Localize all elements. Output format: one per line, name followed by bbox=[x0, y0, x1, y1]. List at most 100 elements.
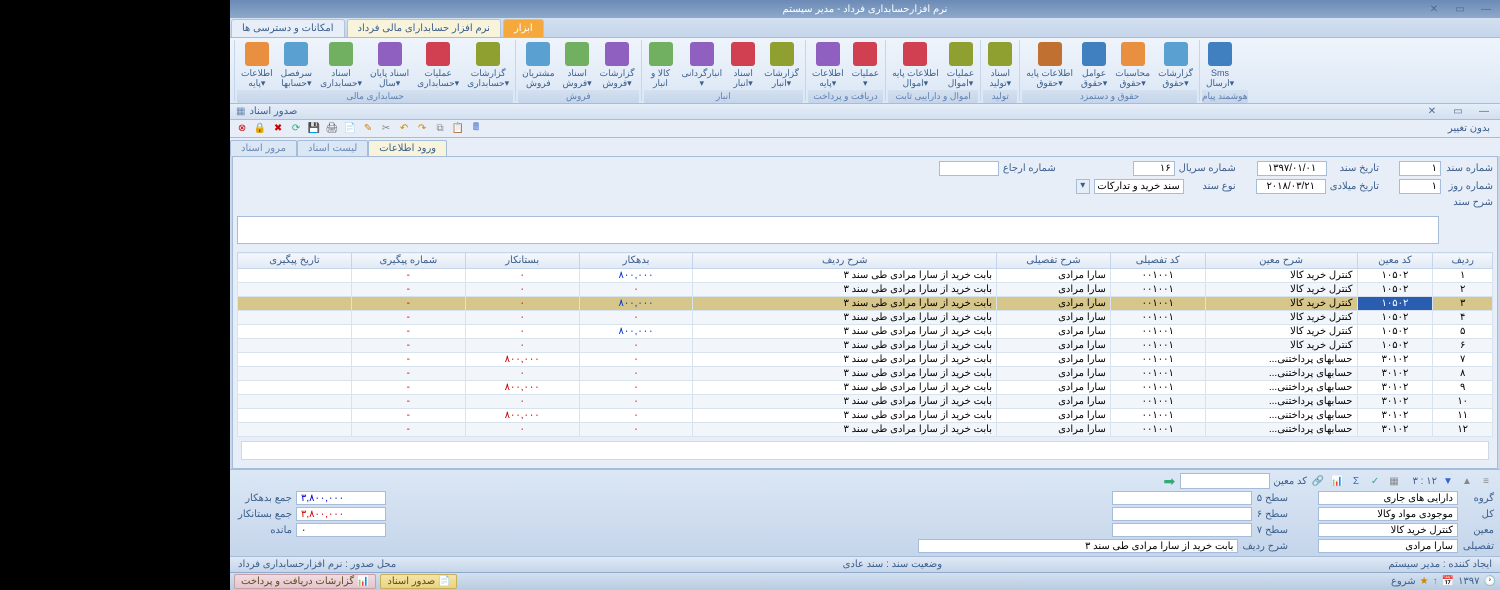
ribbon-g1-i1[interactable]: اطلاعات▾پایه bbox=[237, 40, 277, 90]
down-blue-icon[interactable]: ▼ bbox=[1440, 473, 1456, 489]
ribbon-g6-i1[interactable]: اسناد▾تولید bbox=[983, 40, 1017, 90]
cell-tdt[interactable] bbox=[238, 269, 352, 283]
doc-min-icon[interactable]: — bbox=[1474, 106, 1494, 118]
grid2-icon[interactable]: ▦ bbox=[1386, 473, 1402, 489]
cell-tc[interactable]: ۰۰۱۰۰۱ bbox=[1110, 409, 1205, 423]
col-trackNo[interactable]: شماره پیگیری bbox=[351, 253, 465, 269]
close-icon[interactable]: ✕ bbox=[1424, 3, 1444, 15]
tb-delete-icon[interactable]: ✖ bbox=[270, 122, 286, 136]
cell-tdt[interactable] bbox=[238, 311, 352, 325]
table-row[interactable]: ۷۳۰۱۰۲حسابهای پرداختنی...۰۰۱۰۰۱سارا مراد… bbox=[238, 353, 1493, 367]
cell-cr[interactable]: ۰ bbox=[465, 395, 579, 409]
cell-tn[interactable]: - bbox=[351, 269, 465, 283]
cell-mc[interactable]: ۱۰۵۰۲ bbox=[1357, 283, 1433, 297]
cell-cr[interactable]: ۰ bbox=[465, 325, 579, 339]
cell-rd[interactable]: بابت خرید از سارا مرادی طی سند ۳ bbox=[693, 409, 997, 423]
cell-tn[interactable]: - bbox=[351, 367, 465, 381]
cell-tc[interactable]: ۰۰۱۰۰۱ bbox=[1110, 381, 1205, 395]
cell-md[interactable]: کنترل خرید کالا bbox=[1205, 297, 1357, 311]
cell-td[interactable]: سارا مرادی bbox=[997, 269, 1111, 283]
cell-tdt[interactable] bbox=[238, 297, 352, 311]
tb-paste-icon[interactable]: 📋 bbox=[450, 122, 466, 136]
tb-print-icon[interactable]: 🖨 bbox=[324, 122, 340, 136]
ribbon-g2-i1[interactable]: مشتریانفروش bbox=[518, 40, 558, 90]
tb-lock-icon[interactable]: 🔒 bbox=[252, 122, 268, 136]
cell-db[interactable]: ۸۰۰,۰۰۰ bbox=[579, 269, 693, 283]
cell-md[interactable]: کنترل خرید کالا bbox=[1205, 311, 1357, 325]
clock-icon[interactable]: 🕐 bbox=[1484, 576, 1496, 587]
cell-r[interactable]: ۲ bbox=[1433, 283, 1493, 297]
cell-tdt[interactable] bbox=[238, 409, 352, 423]
col-row[interactable]: ردیف bbox=[1433, 253, 1493, 269]
ribbon-g3-i2[interactable]: انبارگردانی▾ bbox=[678, 40, 727, 90]
cell-db[interactable]: ۰ bbox=[579, 395, 693, 409]
cell-tc[interactable]: ۰۰۱۰۰۱ bbox=[1110, 367, 1205, 381]
tab-entry[interactable]: ورود اطلاعات bbox=[368, 140, 447, 156]
cell-mc[interactable]: ۱۰۵۰۲ bbox=[1357, 297, 1433, 311]
ribbon-g5-i1[interactable]: اطلاعات پایه▾اموال bbox=[888, 40, 943, 90]
cell-md[interactable]: کنترل خرید کالا bbox=[1205, 283, 1357, 297]
cell-r[interactable]: ۱۲ bbox=[1433, 423, 1493, 437]
task-docs[interactable]: 📄 صدور اسناد bbox=[380, 574, 457, 589]
cell-r[interactable]: ۹ bbox=[1433, 381, 1493, 395]
tab-list[interactable]: لیست اسناد bbox=[297, 140, 368, 156]
cell-db[interactable]: ۰ bbox=[579, 283, 693, 297]
ribbon-g3-i1[interactable]: کالا وانبار bbox=[644, 40, 678, 90]
cell-td[interactable]: سارا مرادی bbox=[997, 339, 1111, 353]
cell-r[interactable]: ۱ bbox=[1433, 269, 1493, 283]
cell-md[interactable]: حسابهای پرداختنی... bbox=[1205, 395, 1357, 409]
cell-db[interactable]: ۰ bbox=[579, 311, 693, 325]
cell-mc[interactable]: ۳۰۱۰۲ bbox=[1357, 367, 1433, 381]
cell-mc[interactable]: ۱۰۵۰۲ bbox=[1357, 339, 1433, 353]
cell-tn[interactable]: - bbox=[351, 339, 465, 353]
col-debit[interactable]: بدهکار bbox=[579, 253, 693, 269]
cell-mc[interactable]: ۱۰۵۰۲ bbox=[1357, 269, 1433, 283]
ribbon-g8-i1[interactable]: Sms▾ارسال bbox=[1202, 40, 1238, 90]
cell-tn[interactable]: - bbox=[351, 381, 465, 395]
cell-cr[interactable]: ۰ bbox=[465, 367, 579, 381]
cell-r[interactable]: ۸ bbox=[1433, 367, 1493, 381]
cell-rd[interactable]: بابت خرید از سارا مرادی طی سند ۳ bbox=[693, 269, 997, 283]
calendar-icon[interactable]: 📅 bbox=[1442, 576, 1454, 587]
cell-cr[interactable]: ۸۰۰,۰۰۰ bbox=[465, 409, 579, 423]
ribbon-g7-i3[interactable]: محاسبات▾حقوق bbox=[1111, 40, 1154, 90]
cell-r[interactable]: ۱۰ bbox=[1433, 395, 1493, 409]
cell-md[interactable]: کنترل خرید کالا bbox=[1205, 339, 1357, 353]
input-date[interactable] bbox=[1257, 161, 1327, 176]
ribbon-g7-i1[interactable]: اطلاعات پایه▾حقوق bbox=[1022, 40, 1077, 90]
start-label[interactable]: شروع bbox=[1391, 576, 1416, 587]
cell-cr[interactable]: ۸۰۰,۰۰۰ bbox=[465, 381, 579, 395]
cell-tn[interactable]: - bbox=[351, 283, 465, 297]
table-row[interactable]: ۹۳۰۱۰۲حسابهای پرداختنی...۰۰۱۰۰۱سارا مراد… bbox=[238, 381, 1493, 395]
cell-td[interactable]: سارا مرادی bbox=[997, 367, 1111, 381]
col-credit[interactable]: بستانکار bbox=[465, 253, 579, 269]
cell-tn[interactable]: - bbox=[351, 311, 465, 325]
cell-tc[interactable]: ۰۰۱۰۰۱ bbox=[1110, 325, 1205, 339]
cell-md[interactable]: حسابهای پرداختنی... bbox=[1205, 409, 1357, 423]
tb-cut-icon[interactable]: ✂ bbox=[378, 122, 394, 136]
cell-tdt[interactable] bbox=[238, 339, 352, 353]
cell-td[interactable]: سارا مرادی bbox=[997, 395, 1111, 409]
cell-tc[interactable]: ۰۰۱۰۰۱ bbox=[1110, 311, 1205, 325]
up-arrow-icon[interactable]: ↑ bbox=[1433, 576, 1438, 587]
cell-tdt[interactable] bbox=[238, 367, 352, 381]
table-row[interactable]: ۳۱۰۵۰۲کنترل خرید کالا۰۰۱۰۰۱سارا مرادیباب… bbox=[238, 297, 1493, 311]
col-trackDate[interactable]: تاریخ پیگیری bbox=[238, 253, 352, 269]
cell-mc[interactable]: ۳۰۱۰۲ bbox=[1357, 381, 1433, 395]
cell-md[interactable]: حسابهای پرداختنی... bbox=[1205, 353, 1357, 367]
cell-md[interactable]: حسابهای پرداختنی... bbox=[1205, 423, 1357, 437]
cell-db[interactable]: ۸۰۰,۰۰۰ bbox=[579, 297, 693, 311]
cell-cr[interactable]: ۰ bbox=[465, 269, 579, 283]
star-icon[interactable]: ★ bbox=[1420, 576, 1429, 587]
cell-td[interactable]: سارا مرادی bbox=[997, 353, 1111, 367]
sigma-icon[interactable]: Σ bbox=[1348, 473, 1364, 489]
tab-access[interactable]: امکانات و دسترسی ها bbox=[231, 19, 345, 37]
up-icon[interactable]: ▲ bbox=[1459, 473, 1475, 489]
cell-md[interactable]: کنترل خرید کالا bbox=[1205, 325, 1357, 339]
cell-rd[interactable]: بابت خرید از سارا مرادی طی سند ۳ bbox=[693, 325, 997, 339]
cell-tc[interactable]: ۰۰۱۰۰۱ bbox=[1110, 297, 1205, 311]
cell-md[interactable]: حسابهای پرداختنی... bbox=[1205, 367, 1357, 381]
tb-calc-icon[interactable]: 🖩 bbox=[468, 122, 484, 136]
cell-tc[interactable]: ۰۰۱۰۰۱ bbox=[1110, 395, 1205, 409]
tab-tools[interactable]: ابزار bbox=[503, 19, 544, 37]
